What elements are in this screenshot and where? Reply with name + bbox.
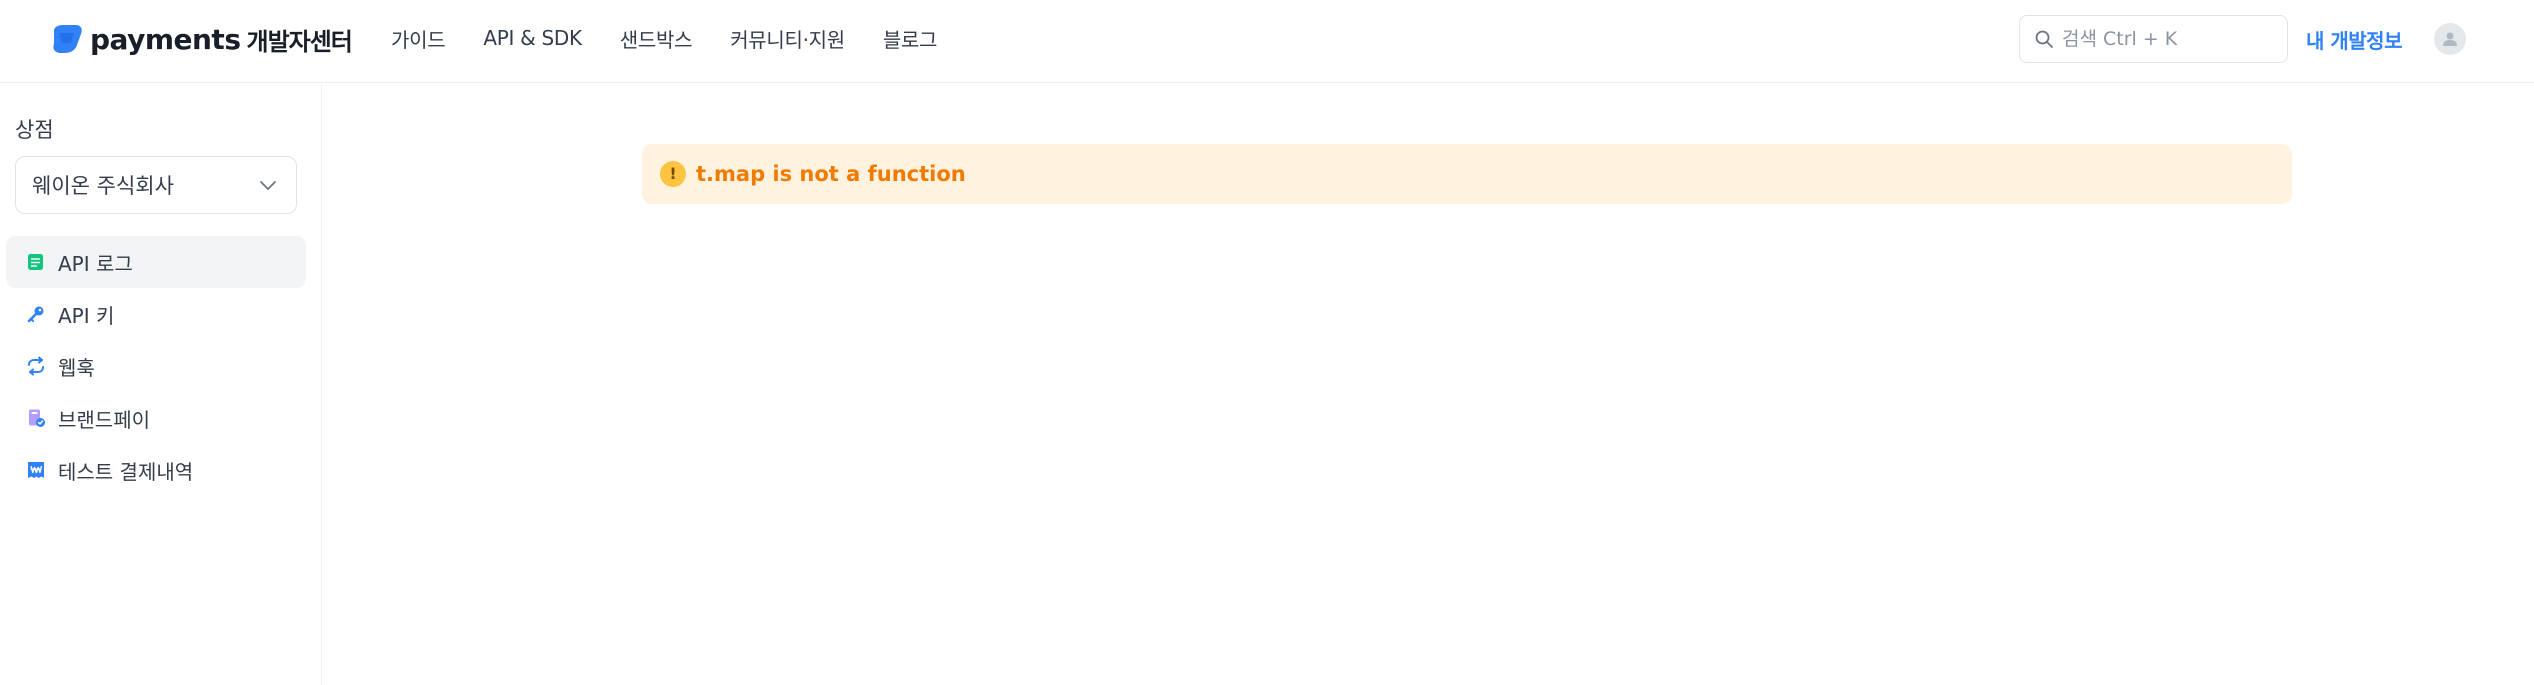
sidebar-item-label: API 로그 xyxy=(58,251,133,276)
key-icon xyxy=(26,304,46,324)
search-box[interactable] xyxy=(2019,15,2288,63)
logo-text: payments xyxy=(90,22,241,56)
my-dev-info-link[interactable]: 내 개발정보 xyxy=(2306,25,2402,54)
sidebar-item-brandpay[interactable]: 브랜드페이 xyxy=(6,392,306,444)
sidebar-item-label: 웹훅 xyxy=(58,355,95,380)
sidebar-item-test-payments[interactable]: 테스트 결제내역 xyxy=(6,444,306,496)
logo-subtitle: 개발자센터 xyxy=(246,27,352,56)
nav-sandbox[interactable]: 샌드박스 xyxy=(620,24,693,53)
store-select[interactable]: 웨이온 주식회사 xyxy=(15,156,297,214)
logo-icon xyxy=(53,25,82,53)
store-label: 상점 xyxy=(15,118,54,142)
search-icon xyxy=(2035,30,2053,48)
nav-blog[interactable]: 블로그 xyxy=(883,24,938,53)
sidebar-item-label: API 키 xyxy=(58,303,115,328)
logo[interactable]: payments 개발자센터 xyxy=(50,21,353,57)
nav-community[interactable]: 커뮤니티·지원 xyxy=(730,24,845,53)
top-header: payments 개발자센터 가이드 API & SDK 샌드박스 커뮤니티·지… xyxy=(0,0,2534,83)
search-input[interactable] xyxy=(2062,28,2282,50)
brandpay-icon xyxy=(26,408,46,428)
sidebar: 상점 웨이온 주식회사 API 로그 API 키 웹훅 브랜드페이 테스트 결제… xyxy=(0,84,322,685)
sidebar-item-api-key[interactable]: API 키 xyxy=(6,288,306,340)
document-list-icon xyxy=(26,252,46,272)
avatar[interactable] xyxy=(2434,23,2466,55)
main-nav: 가이드 API & SDK 샌드박스 커뮤니티·지원 블로그 xyxy=(391,0,975,76)
store-selected-value: 웨이온 주식회사 xyxy=(32,174,174,198)
sidebar-item-webhook[interactable]: 웹훅 xyxy=(6,340,306,392)
user-icon xyxy=(2443,32,2457,46)
nav-guide[interactable]: 가이드 xyxy=(391,24,446,53)
sidebar-item-label: 브랜드페이 xyxy=(58,407,150,432)
won-receipt-icon xyxy=(26,460,46,480)
sidebar-menu: API 로그 API 키 웹훅 브랜드페이 테스트 결제내역 xyxy=(6,236,306,496)
warning-icon: ! xyxy=(660,161,686,187)
nav-api-sdk[interactable]: API & SDK xyxy=(483,26,582,50)
sidebar-item-api-log[interactable]: API 로그 xyxy=(6,236,306,288)
error-message: t.map is not a function xyxy=(696,162,966,186)
chevron-down-icon xyxy=(260,181,276,190)
error-alert: ! t.map is not a function xyxy=(642,144,2292,204)
sidebar-item-label: 테스트 결제내역 xyxy=(58,459,194,484)
refresh-icon xyxy=(26,356,46,376)
